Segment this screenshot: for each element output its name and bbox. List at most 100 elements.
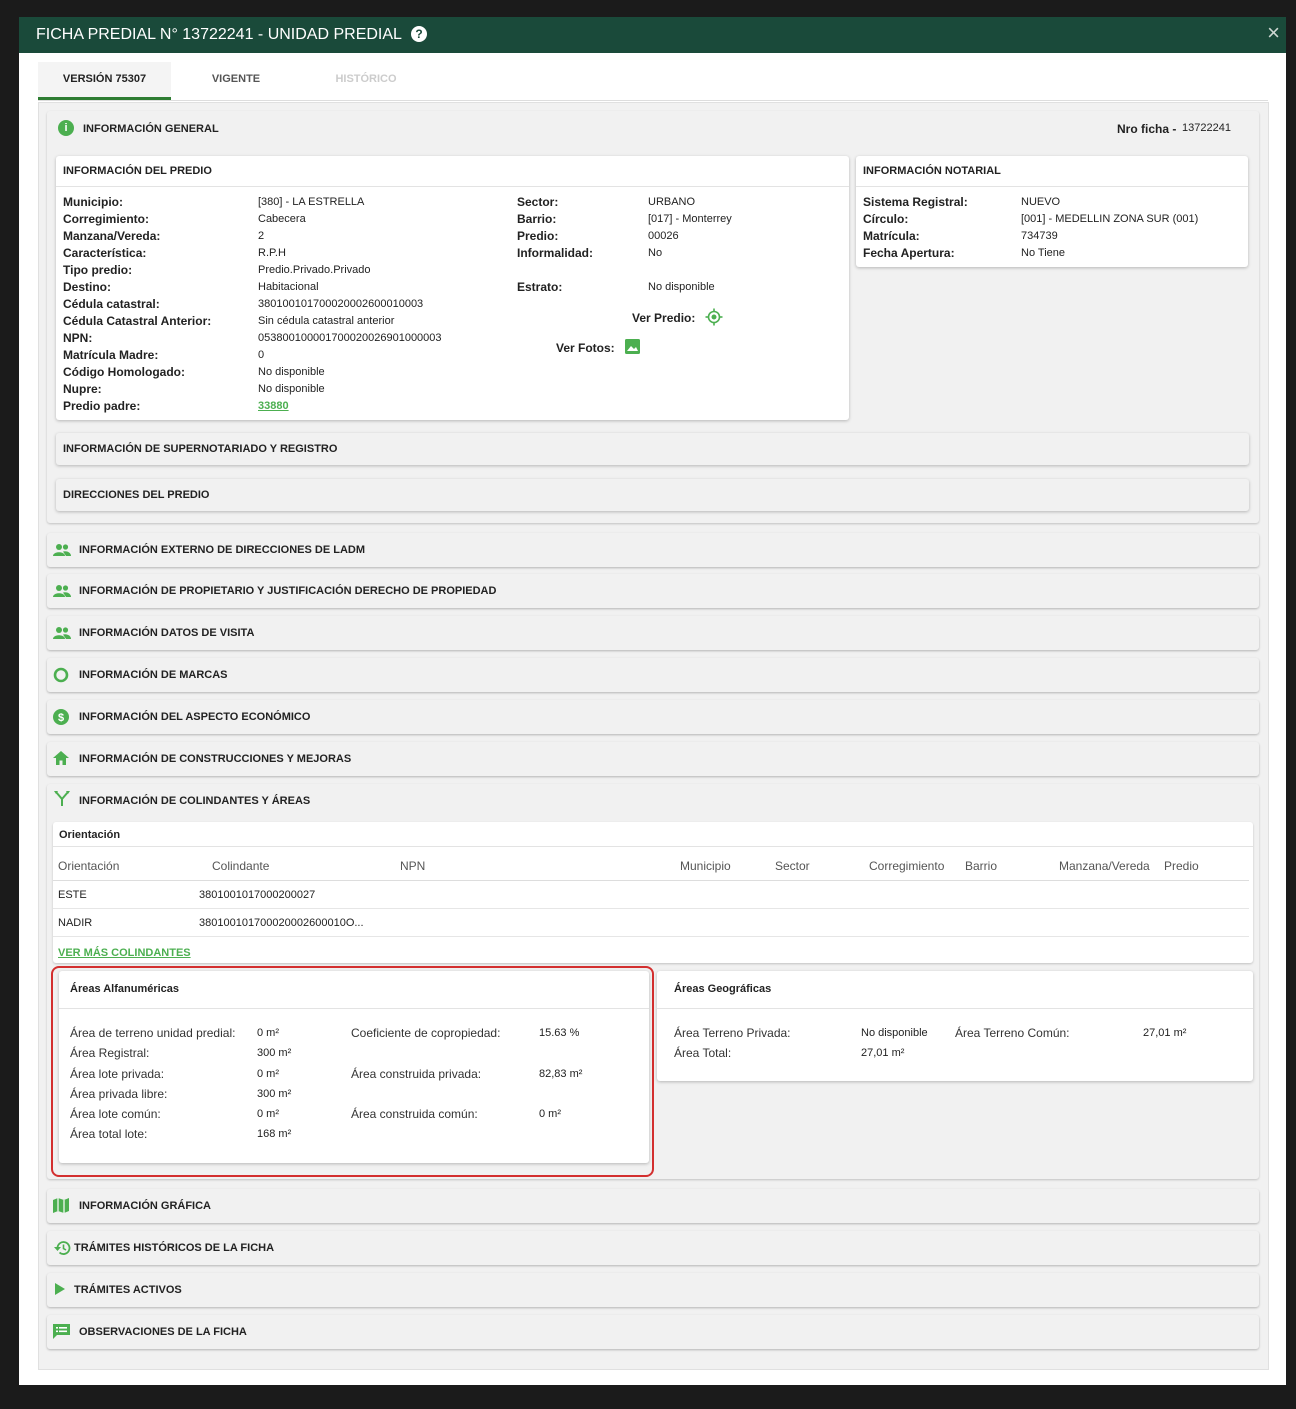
section-label: INFORMACIÓN GRÁFICA xyxy=(79,1200,211,1212)
notarial-field-label: Sistema Registral: xyxy=(863,195,968,209)
circle-icon xyxy=(53,667,69,688)
bottom-section-0[interactable]: INFORMACIÓN GRÁFICA xyxy=(47,1189,1259,1223)
column-header: Colindante xyxy=(212,859,270,873)
areas-geo-title: Áreas Geográficas xyxy=(674,983,772,995)
geo-total-label: Área Total: xyxy=(674,1046,732,1060)
header-divider xyxy=(53,880,1249,881)
predio-field-value: 380100101700020002600010003 xyxy=(258,298,424,310)
notarial-field-value: 734739 xyxy=(1021,230,1058,242)
predio-field-label: Cédula catastral: xyxy=(63,297,160,311)
predio-field-value: Habitacional xyxy=(258,281,319,293)
section-label: INFORMACIÓN DEL ASPECTO ECONÓMICO xyxy=(79,711,311,723)
notarial-field-label: Fecha Apertura: xyxy=(863,246,955,260)
section-label: INFORMACIÓN DE PROPIETARIO Y JUSTIFICACI… xyxy=(79,585,497,597)
orientacion-cell: NADIR xyxy=(58,917,93,929)
section-label: INFORMACIÓN DE MARCAS xyxy=(79,669,228,681)
section-1[interactable]: INFORMACIÓN DE PROPIETARIO Y JUSTIFICACI… xyxy=(47,574,1259,608)
column-header: Sector xyxy=(775,859,810,873)
column-header: Orientación xyxy=(58,859,120,873)
notarial-field-label: Matrícula: xyxy=(863,229,920,243)
people-icon xyxy=(53,626,71,645)
supernotariado-label: INFORMACIÓN DE SUPERNOTARIADO Y REGISTRO xyxy=(63,443,338,455)
section-2[interactable]: INFORMACIÓN DATOS DE VISITA xyxy=(47,616,1259,650)
predio-field-value: No disponible xyxy=(258,383,325,395)
colindante-cell: 3801001017000200027 xyxy=(199,889,316,901)
predio-field-value: Predio.Privado.Privado xyxy=(258,264,371,276)
predio-field-value: No disponible xyxy=(648,281,715,293)
notarial-title: INFORMACIÓN NOTARIAL xyxy=(863,165,1001,177)
direcciones-section[interactable]: DIRECCIONES DEL PREDIO xyxy=(56,479,1249,511)
predio-field-label: Tipo predio: xyxy=(63,263,133,277)
nro-ficha-label: Nro ficha - xyxy=(1117,122,1177,136)
bottom-section-1[interactable]: TRÁMITES HISTÓRICOS DE LA FICHA xyxy=(47,1231,1259,1265)
home-icon xyxy=(53,751,69,770)
column-header: Manzana/Vereda xyxy=(1059,859,1150,873)
section-label: TRÁMITES ACTIVOS xyxy=(74,1284,182,1296)
predio-padre-link[interactable]: 33880 xyxy=(258,400,289,412)
people-icon xyxy=(53,584,71,603)
bottom-section-3[interactable]: OBSERVACIONES DE LA FICHA xyxy=(47,1315,1259,1349)
colindantes-section-title: INFORMACIÓN DE COLINDANTES Y ÁREAS xyxy=(79,795,311,807)
direcciones-label: DIRECCIONES DEL PREDIO xyxy=(63,489,210,501)
predio-field-value: No xyxy=(648,247,663,259)
ver-predio-label: Ver Predio: xyxy=(632,311,696,325)
section-0[interactable]: INFORMACIÓN EXTERNO DE DIRECCIONES DE LA… xyxy=(47,533,1259,567)
predio-field-label: Municipio: xyxy=(63,195,123,209)
section-4[interactable]: $ INFORMACIÓN DEL ASPECTO ECONÓMICO xyxy=(47,700,1259,734)
predio-field-label: Característica: xyxy=(63,246,147,260)
section-5[interactable]: INFORMACIÓN DE CONSTRUCCIONES Y MEJORAS xyxy=(47,742,1259,776)
predio-field-label: Matrícula Madre: xyxy=(63,348,159,362)
map-icon xyxy=(53,1198,69,1218)
notarial-field-value: [001] - MEDELLIN ZONA SUR (001) xyxy=(1021,213,1199,225)
predio-field-value: 2 xyxy=(258,230,265,242)
section-label: INFORMACIÓN DE CONSTRUCCIONES Y MEJORAS xyxy=(79,753,352,765)
predio-field-label: Predio: xyxy=(517,229,559,243)
orientacion-cell: ESTE xyxy=(58,889,87,901)
geo-privada-label: Área Terreno Privada: xyxy=(674,1026,791,1040)
people-icon xyxy=(53,543,71,562)
predio-field-label: Destino: xyxy=(63,280,111,294)
colindante-cell: 380100101700020002600010O... xyxy=(199,917,364,929)
predio-title: INFORMACIÓN DEL PREDIO xyxy=(63,165,212,177)
predio-field-value: URBANO xyxy=(648,196,696,208)
predio-field-value: 00026 xyxy=(648,230,679,242)
nro-ficha-value: 13722241 xyxy=(1182,122,1231,134)
geo-comun-label: Área Terreno Común: xyxy=(955,1026,1070,1040)
predio-field-value: Sin cédula catastral anterior xyxy=(258,315,395,327)
section-3[interactable]: INFORMACIÓN DE MARCAS xyxy=(47,658,1259,692)
notarial-field-value: No Tiene xyxy=(1021,247,1066,259)
predio-field-value: 053800100001700020026901000003 xyxy=(258,332,442,344)
geo-comun-value: 27,01 m² xyxy=(1143,1027,1187,1039)
info-icon: i xyxy=(58,120,74,136)
predio-field-label: Sector: xyxy=(517,195,559,209)
predio-field-value: Cabecera xyxy=(258,213,306,225)
notarial-field-value: NUEVO xyxy=(1021,196,1061,208)
predio-field-label: Código Homologado: xyxy=(63,365,185,379)
row-divider xyxy=(53,908,1249,909)
column-header: Municipio xyxy=(680,859,731,873)
predio-field-value: [380] - LA ESTRELLA xyxy=(258,196,365,208)
photo-icon[interactable] xyxy=(625,339,640,359)
predio-field-label: Informalidad: xyxy=(517,246,594,260)
ver-fotos-label: Ver Fotos: xyxy=(556,341,615,355)
orientacion-title: Orientación xyxy=(59,829,121,841)
column-header: NPN xyxy=(400,859,426,873)
bottom-section-2[interactable]: TRÁMITES ACTIVOS xyxy=(47,1273,1259,1307)
predio-field-label: Estrato: xyxy=(517,280,563,294)
predio-field-label: Nupre: xyxy=(63,382,102,396)
locate-icon[interactable] xyxy=(705,308,723,331)
notarial-field-label: Círculo: xyxy=(863,212,909,226)
play-icon xyxy=(54,1282,66,1300)
predio-field-value: [017] - Monterrey xyxy=(648,213,732,225)
column-header: Barrio xyxy=(965,859,998,873)
predio-field-value: No disponible xyxy=(258,366,325,378)
geo-privada-value: No disponible xyxy=(861,1027,928,1039)
section-label: INFORMACIÓN DATOS DE VISITA xyxy=(79,627,255,639)
predio-field-label: NPN: xyxy=(63,331,93,345)
predio-field-value: R.P.H xyxy=(258,247,286,259)
predio-card-divider xyxy=(56,186,849,187)
predio-field-label: Cédula Catastral Anterior: xyxy=(63,314,212,328)
ver-mas-colindantes-link[interactable]: VER MÁS COLINDANTES xyxy=(58,947,191,959)
supernotariado-section[interactable]: INFORMACIÓN DE SUPERNOTARIADO Y REGISTRO xyxy=(56,433,1249,465)
column-header: Predio xyxy=(1164,859,1199,873)
